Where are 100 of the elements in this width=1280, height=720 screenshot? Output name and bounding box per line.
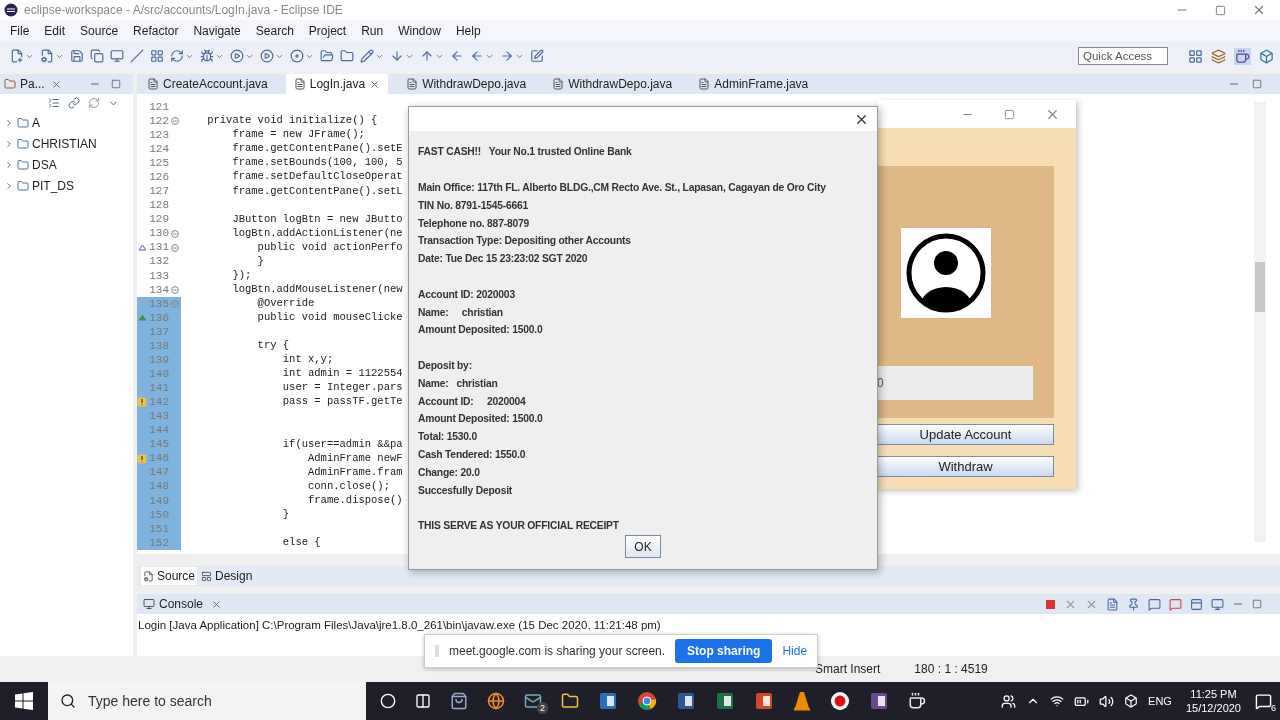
- perspective-icon[interactable]: [1188, 48, 1203, 64]
- file-settings-icon[interactable]: [40, 49, 54, 63]
- pencil-icon[interactable]: [360, 49, 374, 63]
- monitor-icon[interactable]: [110, 49, 124, 63]
- store-icon[interactable]: [450, 692, 468, 710]
- volume-icon[interactable]: [1099, 693, 1115, 709]
- open-console-icon[interactable]: [1190, 597, 1203, 611]
- close-icon[interactable]: [369, 78, 381, 90]
- menu-item[interactable]: Edit: [44, 22, 66, 40]
- pin-icon[interactable]: [1127, 597, 1140, 611]
- java-file-icon[interactable]: [147, 78, 159, 90]
- menu-item[interactable]: Run: [361, 22, 384, 40]
- maximize-icon[interactable]: [1004, 108, 1015, 120]
- debug-icon[interactable]: [200, 49, 214, 63]
- menu-item[interactable]: Window: [398, 22, 441, 40]
- open-folder-icon[interactable]: [320, 49, 334, 63]
- java-icon[interactable]: [908, 692, 926, 710]
- java-file-icon[interactable]: [552, 78, 565, 90]
- action-button[interactable]: Update Account: [877, 424, 1054, 445]
- language-indicator[interactable]: ENG: [1148, 692, 1172, 710]
- maximize-icon[interactable]: [111, 79, 121, 89]
- wifi-icon[interactable]: [1050, 694, 1065, 708]
- package-icon[interactable]: [4, 78, 16, 90]
- windows-logo-icon[interactable]: [15, 692, 33, 710]
- editor-tab[interactable]: WithdrawDepo.java: [544, 74, 681, 94]
- layers-icon[interactable]: [1211, 48, 1226, 64]
- menu-item[interactable]: Help: [455, 22, 481, 40]
- editor-tab[interactable]: CreateAccount.java: [139, 74, 276, 94]
- expand-icon[interactable]: [4, 139, 14, 149]
- file-explorer-icon[interactable]: [561, 692, 579, 710]
- chrome-icon[interactable]: [637, 691, 657, 711]
- menu-item[interactable]: Source: [80, 22, 119, 40]
- project-icon[interactable]: [17, 159, 29, 171]
- java-file-icon[interactable]: [406, 78, 419, 90]
- menu-item[interactable]: File: [10, 22, 30, 40]
- menu-item[interactable]: Refactor: [133, 22, 179, 40]
- project-icon[interactable]: [17, 180, 29, 192]
- dropbox-icon[interactable]: [1124, 694, 1139, 708]
- java-file-icon[interactable]: [293, 78, 306, 90]
- design-icon[interactable]: [201, 570, 213, 582]
- console-tab[interactable]: Console: [159, 595, 204, 613]
- action-button[interactable]: Withdraw: [877, 456, 1054, 477]
- refresh-icon[interactable]: [170, 49, 184, 63]
- down-arrow-icon[interactable]: [390, 49, 404, 63]
- cortana-icon[interactable]: [380, 693, 396, 709]
- display-console-icon[interactable]: [1211, 597, 1224, 611]
- maximize-icon[interactable]: [1252, 599, 1262, 609]
- source-icon[interactable]: [143, 570, 154, 582]
- run-stop-icon[interactable]: [260, 49, 274, 63]
- show-output-icon[interactable]: [1148, 597, 1161, 611]
- save-icon[interactable]: [70, 49, 84, 63]
- slash-icon[interactable]: [130, 49, 144, 63]
- taskbar-search-field[interactable]: Type here to search: [48, 682, 366, 720]
- vertical-scrollbar[interactable]: [1254, 102, 1266, 542]
- clock-time[interactable]: 11:25 PM: [1190, 687, 1237, 701]
- maximize-icon[interactable]: [1215, 4, 1226, 16]
- menu-item[interactable]: Search: [255, 22, 294, 40]
- show-error-icon[interactable]: [1169, 597, 1182, 611]
- console-icon[interactable]: [143, 598, 155, 610]
- search-icon[interactable]: [60, 693, 76, 709]
- tree-item[interactable]: DSA: [4, 156, 133, 174]
- tree-item[interactable]: A: [4, 114, 133, 132]
- browser-icon[interactable]: [487, 692, 505, 710]
- clear-icon[interactable]: [1106, 597, 1119, 611]
- collapse-icon[interactable]: [171, 229, 179, 238]
- expand-icon[interactable]: [4, 160, 14, 170]
- powerpoint-icon[interactable]: [754, 691, 774, 711]
- app-icon[interactable]: [869, 691, 889, 711]
- people-icon[interactable]: [1001, 693, 1017, 709]
- link-icon[interactable]: [68, 97, 80, 109]
- java-file-icon[interactable]: [698, 78, 711, 90]
- python-icon[interactable]: [1259, 48, 1274, 64]
- text-field[interactable]: 0: [877, 366, 1033, 400]
- menu-item[interactable]: Navigate: [193, 22, 241, 40]
- project-icon[interactable]: [17, 138, 29, 150]
- tree-item[interactable]: PIT_DS: [4, 177, 133, 195]
- expand-icon[interactable]: [4, 118, 14, 128]
- collapse-icon[interactable]: [171, 243, 179, 252]
- editor-mode-tab[interactable]: Design: [199, 567, 255, 585]
- word-icon[interactable]: [676, 691, 696, 711]
- traffic-cone-icon[interactable]: [793, 691, 811, 711]
- mail-icon[interactable]: [524, 692, 542, 710]
- drag-handle-icon[interactable]: [435, 645, 439, 657]
- folder-icon[interactable]: [340, 49, 354, 63]
- editor-tab[interactable]: WithdrawDepo.java: [398, 74, 535, 94]
- collapse-all-icon[interactable]: [48, 97, 60, 109]
- collapse-icon[interactable]: [171, 285, 179, 294]
- notifications-icon[interactable]: [1255, 692, 1272, 710]
- collapse-icon[interactable]: [171, 117, 179, 126]
- editor-mode-tab[interactable]: Source: [141, 567, 198, 585]
- hide-link[interactable]: Hide: [782, 642, 808, 660]
- panel-tab[interactable]: Pa...: [20, 75, 45, 93]
- excel-icon[interactable]: [715, 691, 735, 711]
- menu-item[interactable]: Project: [308, 22, 347, 40]
- clock-date[interactable]: 15/12/2020: [1185, 701, 1241, 715]
- save-all-icon[interactable]: [90, 49, 104, 63]
- record-icon[interactable]: [830, 691, 850, 711]
- app-icon[interactable]: [598, 691, 618, 711]
- editor-tab[interactable]: AdminFrame.java: [690, 74, 817, 94]
- editor-tab[interactable]: LogIn.java: [285, 74, 389, 94]
